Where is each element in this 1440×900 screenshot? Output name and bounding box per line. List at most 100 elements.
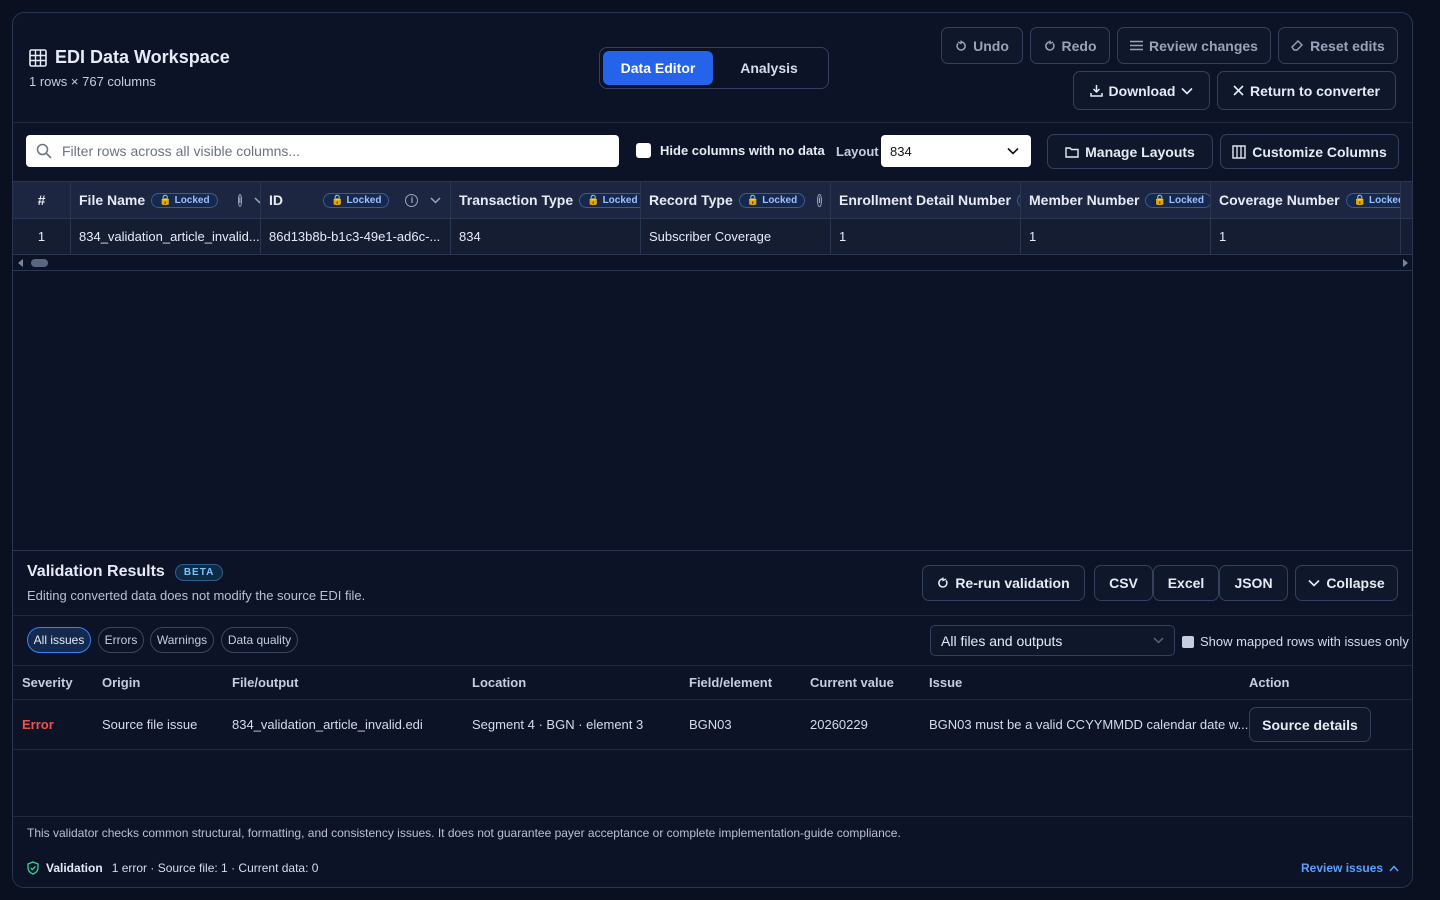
column-header-record-type[interactable]: Record Type 🔒 Locked i [641,182,831,218]
column-header-issue: Issue [929,675,963,690]
column-header-transaction-type[interactable]: Transaction Type 🔒Locked i [451,182,641,218]
filter-chip-errors[interactable]: Errors [98,627,144,653]
locked-label: Locked [346,194,382,206]
hide-empty-checkbox[interactable] [636,143,651,158]
reset-edits-button[interactable]: Reset edits [1278,27,1398,64]
column-name: Record Type [649,192,733,208]
table-cell-next[interactable] [1401,219,1412,254]
chevron-down-icon [1308,579,1320,587]
filter-input[interactable] [60,142,590,160]
lock-icon: 🔒 [1353,194,1367,206]
table-cell-enrollment-detail-number[interactable]: 1 [831,219,1021,254]
table-cell-coverage-number[interactable]: 1 [1211,219,1401,254]
info-icon[interactable]: i [817,193,822,207]
scroll-right-icon[interactable] [1402,259,1408,267]
scroll-left-icon[interactable] [18,259,24,267]
column-header-member-number[interactable]: Member Number 🔒 Locked [1021,182,1211,218]
customize-columns-button[interactable]: Customize Columns [1220,134,1399,169]
locked-badge: 🔒Locked [323,192,390,208]
undo-button[interactable]: Undo [941,27,1023,64]
tab-data-editor[interactable]: Data Editor [603,51,713,85]
folder-icon [1065,146,1079,158]
show-mapped-toggle[interactable]: Show mapped rows with issues only [1182,634,1409,649]
column-header-coverage-number[interactable]: Coverage Number 🔒 Locked [1211,182,1401,218]
table-cell-transaction-type[interactable]: 834 [451,219,641,254]
lock-icon: 🔒 [159,194,172,206]
locked-badge: 🔒Locked [1145,192,1210,208]
table-row[interactable]: 1 834_validation_article_invalid... 86d1… [13,219,1412,255]
page-title: EDI Data Workspace [29,47,230,68]
column-header-next[interactable] [1401,182,1412,218]
info-icon[interactable]: i [405,193,419,207]
undo-icon [955,40,967,52]
table-cell-member-number[interactable]: 1 [1021,219,1211,254]
location-cell: Segment 4 · BGN · element 3 [472,717,644,732]
column-header-id[interactable]: ID 🔒 Locked i [261,182,451,218]
chevron-down-icon[interactable] [430,196,441,204]
collapse-label: Collapse [1326,575,1385,591]
filter-chip-warnings[interactable]: Warnings [150,627,214,653]
divider [13,816,1412,817]
column-header-file-name[interactable]: File Name 🔒 Locked i [71,182,261,218]
download-button[interactable]: Download [1073,71,1210,110]
return-label: Return to converter [1250,82,1380,99]
search-icon [36,143,52,159]
export-excel-button[interactable]: Excel [1153,565,1219,601]
horizontal-scrollbar[interactable] [13,255,1412,271]
review-issues-link[interactable]: Review issues [1301,861,1399,875]
rerun-validation-button[interactable]: Re-run validation [922,565,1085,601]
customize-columns-label: Customize Columns [1252,143,1387,160]
source-details-button[interactable]: Source details [1249,707,1371,742]
disclaimer-text: This validator checks common structural,… [27,826,901,840]
redo-label: Redo [1061,37,1097,54]
eraser-icon [1291,39,1304,52]
table-cell-file-name[interactable]: 834_validation_article_invalid... [71,219,261,254]
filter-chip-all-issues[interactable]: All issues [27,627,91,653]
divider [13,615,1412,616]
view-switcher: Data Editor Analysis [599,47,829,89]
files-select[interactable]: All files and outputs [930,625,1175,656]
status-label: Validation [46,861,103,875]
info-icon[interactable]: i [237,193,243,207]
chevron-down-icon [1007,147,1019,155]
collapse-button[interactable]: Collapse [1295,565,1398,601]
severity-cell: Error [22,717,54,732]
column-name: File Name [79,192,146,208]
divider [13,122,1412,123]
redo-button[interactable]: Redo [1030,27,1110,64]
review-changes-button[interactable]: Review changes [1117,27,1271,64]
chevron-down-icon [1181,87,1194,95]
table-cell-record-type[interactable]: Subscriber Coverage [641,219,831,254]
field-cell: BGN03 [689,717,732,732]
redo-icon [1044,40,1056,52]
table-cell-id[interactable]: 86d13b8b-b1c3-49e1-ad6c-... [261,219,451,254]
validation-subtitle: Editing converted data does not modify t… [27,588,366,603]
lock-icon: 🔒 [331,194,344,206]
column-header-severity: Severity [22,675,73,690]
return-to-converter-button[interactable]: Return to converter [1217,71,1396,110]
value-cell: 20260229 [810,717,868,732]
divider [13,749,1412,750]
chevron-down-icon[interactable] [254,196,260,204]
download-icon [1089,84,1103,97]
origin-cell: Source file issue [102,717,198,732]
close-icon [1233,85,1244,96]
export-json-button[interactable]: JSON [1219,565,1288,601]
divider [13,699,1412,700]
download-label: Download [1108,82,1176,99]
filter-field[interactable] [26,135,619,167]
filter-chip-data-quality[interactable]: Data quality [221,627,298,653]
hide-empty-toggle[interactable]: Hide columns with no data [636,143,825,158]
column-header-enrollment-detail-number[interactable]: Enrollment Detail Number 🔒Locked [831,182,1021,218]
show-mapped-checkbox[interactable] [1182,635,1194,648]
chevron-down-icon [1153,637,1164,644]
layout-select[interactable]: 834 [881,135,1031,167]
export-csv-button[interactable]: CSV [1094,565,1153,601]
scrollbar-thumb[interactable] [31,259,48,267]
column-header-origin: Origin [102,675,141,690]
tab-analysis[interactable]: Analysis [713,51,825,85]
manage-layouts-button[interactable]: Manage Layouts [1047,134,1213,169]
validation-title-text: Validation Results [27,563,165,580]
file-cell: 834_validation_article_invalid.edi [232,717,423,732]
column-header-location: Location [472,675,527,690]
